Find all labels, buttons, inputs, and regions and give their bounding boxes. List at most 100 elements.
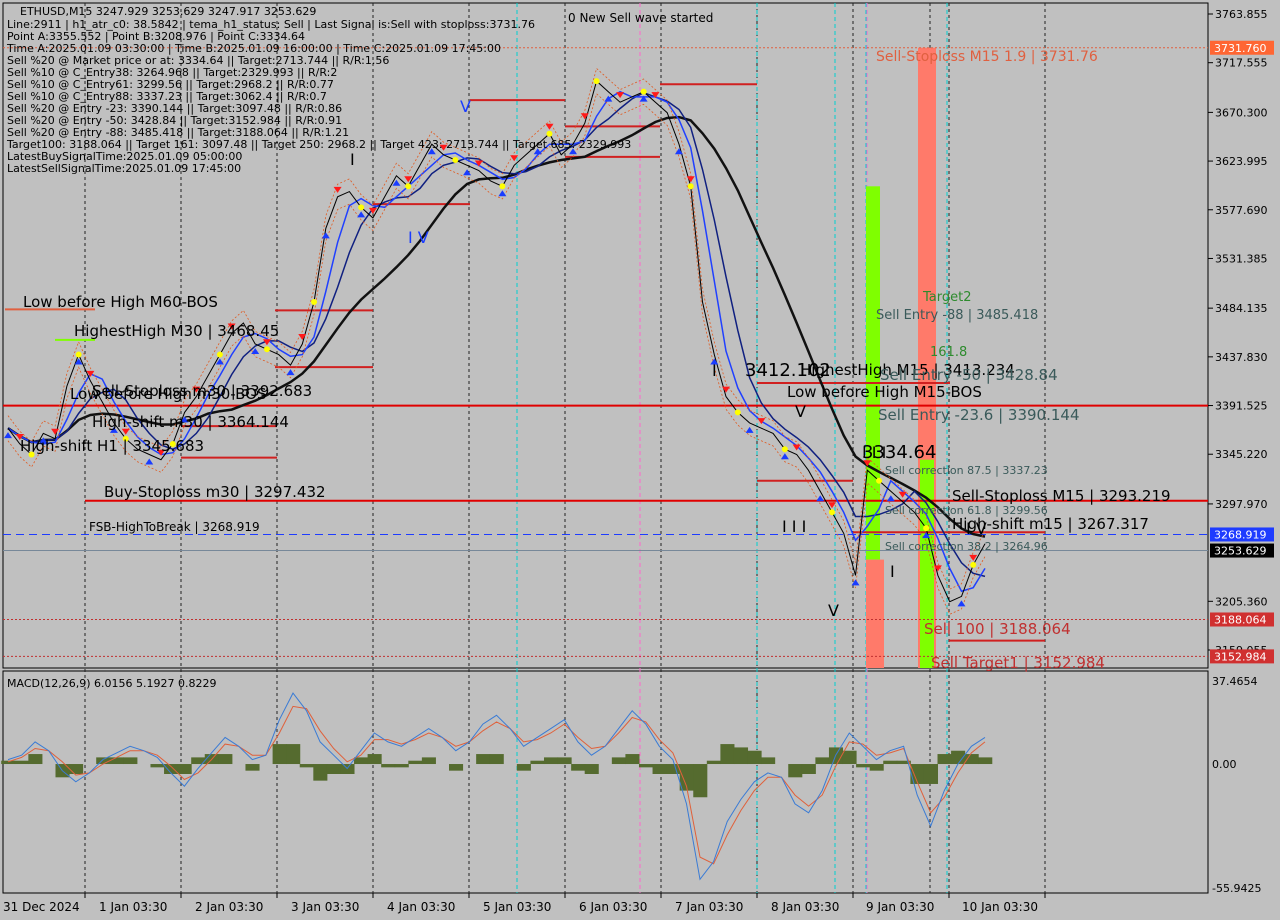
macd-histogram-bar [747, 750, 762, 765]
macd-histogram-bar [489, 754, 504, 765]
price-tag-label: 3731.760 [1214, 42, 1267, 55]
macd-histogram-bar [720, 744, 735, 765]
macd-histogram-bar [801, 764, 816, 774]
level-label: Sell Entry -88 | 3485.418 [876, 308, 1038, 323]
macd-histogram-bar [245, 764, 260, 771]
star-icon [923, 525, 930, 532]
wave-label: I I I [782, 517, 806, 536]
wave-label: V [828, 601, 839, 620]
macd-tick-label: 37.4654 [1212, 675, 1258, 688]
star-icon [546, 130, 553, 137]
time-tick-label: 4 Jan 03:30 [387, 900, 455, 914]
macd-histogram-bar [869, 764, 884, 771]
macd-histogram-bar [842, 750, 857, 765]
level-label: 3412.102 [745, 360, 831, 381]
time-tick-label: 1 Jan 03:30 [99, 900, 167, 914]
star-icon [640, 88, 647, 95]
price-tag-label: 3188.064 [1214, 613, 1267, 626]
macd-histogram-bar [449, 764, 464, 771]
star-icon [499, 183, 506, 190]
star-icon [828, 509, 835, 516]
time-tick-label: 5 Jan 03:30 [483, 900, 551, 914]
star-icon [687, 183, 694, 190]
level-label: High-shift m30 | 3364.144 [92, 413, 289, 431]
info-line: LatestSellSignalTime:2025.01.09 17:45:00 [7, 162, 241, 175]
level-label: Low before High M15-BOS [787, 383, 982, 401]
macd-histogram-bar [354, 757, 369, 765]
macd-histogram-bar [611, 757, 626, 765]
price-tick-label: 3577.690 [1215, 204, 1268, 217]
symbol-line: ETHUSD,M15 3247.929 3253.629 3247.917 32… [20, 5, 316, 18]
star-icon [216, 351, 223, 358]
macd-histogram-bar [381, 764, 396, 768]
macd-histogram-bar [367, 754, 382, 765]
price-tick-label: 3297.970 [1215, 498, 1268, 511]
macd-histogram-bar [272, 744, 287, 765]
macd-histogram-bar [706, 760, 721, 765]
level-label: HighestHigh M30 | 3468.45 [74, 322, 279, 340]
macd-histogram-bar [625, 754, 640, 765]
star-icon [734, 409, 741, 416]
time-tick-label: 31 Dec 2024 [3, 900, 80, 914]
price-tick-label: 3763.855 [1215, 8, 1268, 21]
star-icon [781, 446, 788, 453]
macd-histogram-bar [69, 764, 84, 774]
level-label: Target2 [922, 290, 972, 305]
macd-histogram-bar [733, 747, 749, 765]
wave-label: I I I [862, 443, 886, 462]
level-label: Low before High m30-BOS [70, 385, 267, 403]
price-axis[interactable]: 3763.855 3717.555 3670.300 3623.995 3577.690… [1208, 8, 1268, 657]
macd-histogram-bar [286, 744, 301, 765]
level-label: Sell correction 38.2 | 3264.96 [885, 540, 1048, 553]
macd-histogram-bar [978, 757, 993, 765]
wave-label: I V [966, 519, 987, 538]
star-icon [970, 561, 977, 568]
macd-panel[interactable] [2, 670, 1209, 894]
macd-histogram-bar [937, 754, 952, 765]
macd-histogram-bar [788, 764, 803, 778]
macd-axis[interactable]: 37.4654 0.00 -55.9425 [1212, 675, 1261, 895]
level-label: 161.8 [930, 345, 967, 360]
level-label: Sell-Stoploss M15 | 3293.219 [952, 487, 1171, 505]
price-tick-label: 3717.555 [1215, 57, 1268, 70]
macd-histogram-bar [177, 764, 192, 774]
level-label: Buy-Stoploss m30 | 3297.432 [104, 483, 326, 501]
macd-histogram-bar [476, 754, 491, 765]
macd-histogram-bar [584, 764, 599, 774]
macd-histogram-bar [150, 764, 165, 768]
macd-histogram-bar [516, 764, 531, 771]
wave-label: V [795, 402, 806, 421]
price-tag-label: 3268.919 [1214, 528, 1267, 541]
star-icon [452, 157, 459, 164]
time-tick-label: 7 Jan 03:30 [675, 900, 743, 914]
macd-histogram-bar [299, 764, 314, 768]
macd-histogram-bar [96, 757, 111, 765]
macd-histogram-bar [571, 764, 586, 771]
wave-label: V [460, 97, 471, 116]
macd-histogram-bar [394, 764, 409, 768]
time-tick-label: 2 Jan 03:30 [195, 900, 263, 914]
macd-histogram-bar [815, 757, 830, 765]
price-tag-label: 3253.629 [1214, 545, 1267, 558]
macd-histogram-bar [693, 764, 708, 798]
macd-title: MACD(12,26,9) 6.0156 5.1927 0.8229 [7, 677, 217, 690]
star-icon [263, 346, 270, 353]
time-tick-label: 6 Jan 03:30 [579, 900, 647, 914]
macd-histogram-bar [761, 757, 776, 765]
macd-histogram-bar [340, 764, 355, 774]
price-tick-label: 3531.385 [1215, 252, 1268, 265]
time-axis[interactable]: 31 Dec 2024 1 Jan 03:30 2 Jan 03:30 3 Jan 0… [3, 893, 1046, 914]
price-tick-label: 3484.135 [1215, 302, 1268, 315]
time-tick-label: 3 Jan 03:30 [291, 900, 359, 914]
level-label: Sell 100 | 3188.064 [924, 620, 1071, 638]
price-tag-label: 3152.984 [1214, 650, 1267, 663]
macd-histogram-bar [421, 757, 436, 765]
wave-status: 0 New Sell wave started [568, 11, 713, 25]
time-tick-label: 9 Jan 03:30 [866, 900, 934, 914]
star-icon [311, 298, 318, 305]
macd-histogram-bar [313, 764, 328, 781]
level-label: Low before High M60-BOS [23, 293, 218, 311]
price-tick-label: 3205.360 [1215, 595, 1268, 608]
trading-chart[interactable]: Sell-Stoploss M15 1.9 | 3731.76 Sell Entr… [0, 0, 1280, 920]
macd-histogram-bar [557, 757, 572, 765]
